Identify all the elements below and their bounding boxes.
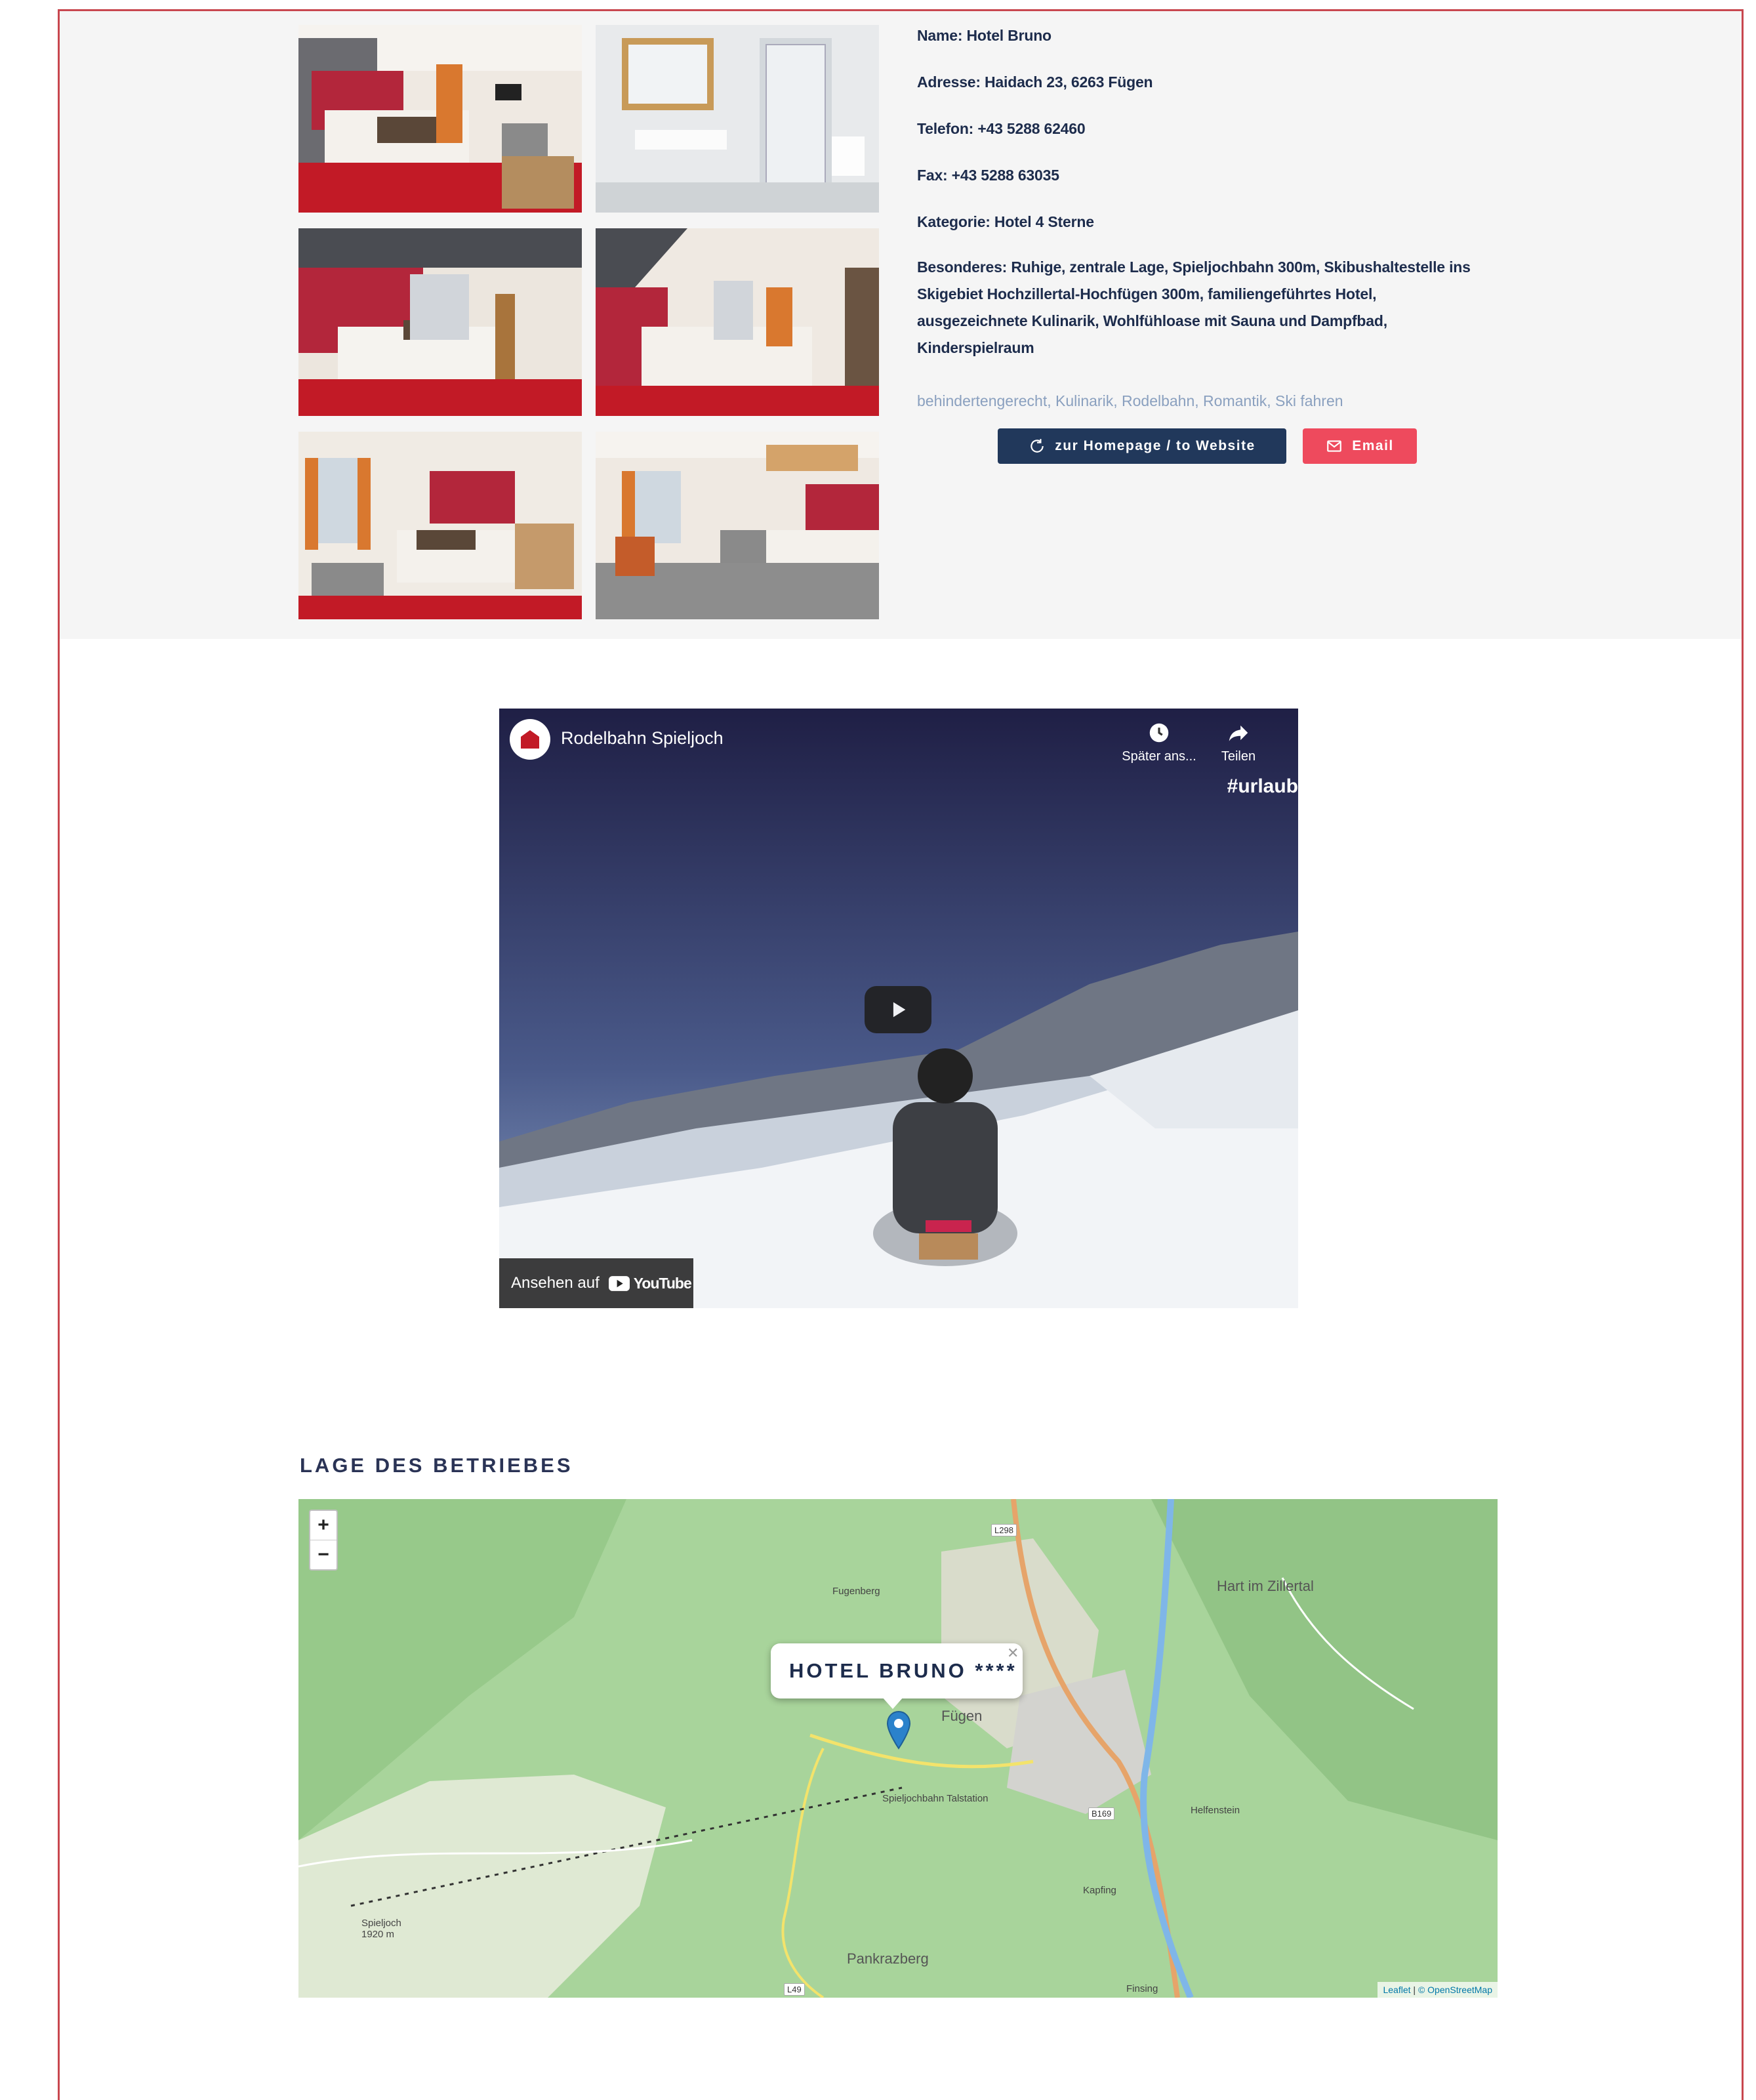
video-title[interactable]: Rodelbahn Spieljoch [561, 728, 724, 749]
youtube-video-player[interactable]: Rodelbahn Spieljoch Später ans... Teilen… [499, 709, 1298, 1308]
osm-link[interactable]: © OpenStreetMap [1418, 1985, 1492, 1995]
zoom-in-button[interactable]: + [310, 1511, 337, 1540]
map-marker-icon[interactable] [886, 1710, 911, 1750]
map-zoom-control: + − [309, 1510, 338, 1571]
map-popup: HOTEL BRUNO **** [771, 1643, 1023, 1699]
photo-gallery [298, 25, 879, 619]
page-frame: Name: Hotel Bruno Adresse: Haidach 23, 6… [58, 9, 1744, 2100]
map-label-fugenberg: Fugenberg [832, 1586, 880, 1597]
room-photo-3[interactable] [596, 228, 879, 416]
email-button-label: Email [1352, 438, 1394, 453]
map-label-fugen: Fügen [941, 1708, 983, 1724]
email-button[interactable]: Email [1303, 428, 1417, 464]
homepage-button[interactable]: zur Homepage / to Website [998, 428, 1286, 464]
watch-later-label: Später ans... [1122, 749, 1196, 764]
leaflet-link[interactable]: Leaflet [1383, 1985, 1410, 1995]
map-heading: LAGE DES BETRIEBES [300, 1454, 573, 1477]
map-label-helfenstein: Helfenstein [1191, 1805, 1240, 1816]
map-label-hart: Hart im Zillertal [1217, 1578, 1314, 1594]
share-button[interactable]: Teilen [1202, 720, 1275, 764]
road-badge-l49: L49 [784, 1983, 805, 1996]
tag-link[interactable]: behindertengerecht [917, 392, 1047, 409]
map-label-pankrazberg: Pankrazberg [847, 1950, 929, 1967]
room-photo-2[interactable] [298, 228, 582, 416]
homepage-button-label: zur Homepage / to Website [1055, 438, 1256, 453]
youtube-icon [608, 1275, 630, 1291]
tag-link[interactable]: Kulinarik [1055, 392, 1113, 409]
hotel-fax: Fax: +43 5288 63035 [917, 167, 1059, 184]
zoom-out-button[interactable]: − [310, 1540, 337, 1569]
hotel-phone: Telefon: +43 5288 62460 [917, 120, 1086, 137]
popup-close-icon[interactable]: ✕ [1007, 1645, 1019, 1662]
channel-logo[interactable] [510, 719, 550, 760]
road-badge-l298: L298 [991, 1524, 1017, 1536]
video-hashtag: #urlaub [1227, 775, 1298, 797]
bathroom-photo[interactable] [596, 25, 879, 213]
map-attribution: Leaflet | © OpenStreetMap [1378, 1982, 1498, 1998]
play-icon [893, 1002, 906, 1018]
tag-link[interactable]: Ski fahren [1275, 392, 1343, 409]
watch-on-label: Ansehen auf [511, 1274, 600, 1292]
room-photo-1[interactable] [298, 25, 582, 213]
youtube-logo: YouTube [608, 1274, 692, 1292]
location-map[interactable]: Fugenberg Hart im Zillertal Fügen Spielj… [298, 1499, 1498, 1998]
map-label-spieljoch: Spieljoch 1920 m [361, 1918, 401, 1940]
map-popup-tip [882, 1697, 903, 1709]
map-label-kapfing: Kapfing [1083, 1885, 1116, 1896]
hotel-category: Kategorie: Hotel 4 Sterne [917, 213, 1094, 230]
tag-link[interactable]: Romantik [1203, 392, 1267, 409]
tag-link[interactable]: Rodelbahn [1122, 392, 1194, 409]
refresh-icon [1031, 439, 1044, 453]
play-button[interactable] [865, 986, 931, 1033]
watch-on-youtube-button[interactable]: Ansehen auf YouTube [499, 1258, 693, 1308]
channel-logo-icon [521, 730, 539, 749]
map-label-finsing: Finsing [1126, 1983, 1158, 1994]
hotel-name: Name: Hotel Bruno [917, 27, 1052, 44]
watch-later-button[interactable]: Später ans... [1120, 720, 1198, 764]
mail-icon [1327, 440, 1342, 452]
room-photo-5[interactable] [596, 432, 879, 619]
room-photo-4[interactable] [298, 432, 582, 619]
hotel-special-features: Besonderes: Ruhige, zentrale Lage, Spiel… [917, 258, 1471, 356]
share-icon [1229, 725, 1248, 741]
map-label-talstation: Spieljochbahn Talstation [882, 1793, 989, 1804]
youtube-wordmark: YouTube [633, 1274, 692, 1292]
hotel-tags: behindertengerecht, Kulinarik, Rodelbahn… [917, 392, 1343, 409]
share-label: Teilen [1221, 749, 1256, 764]
hotel-address: Adresse: Haidach 23, 6263 Fügen [917, 73, 1153, 91]
road-badge-b169: B169 [1088, 1807, 1115, 1820]
clock-icon [1149, 723, 1169, 743]
